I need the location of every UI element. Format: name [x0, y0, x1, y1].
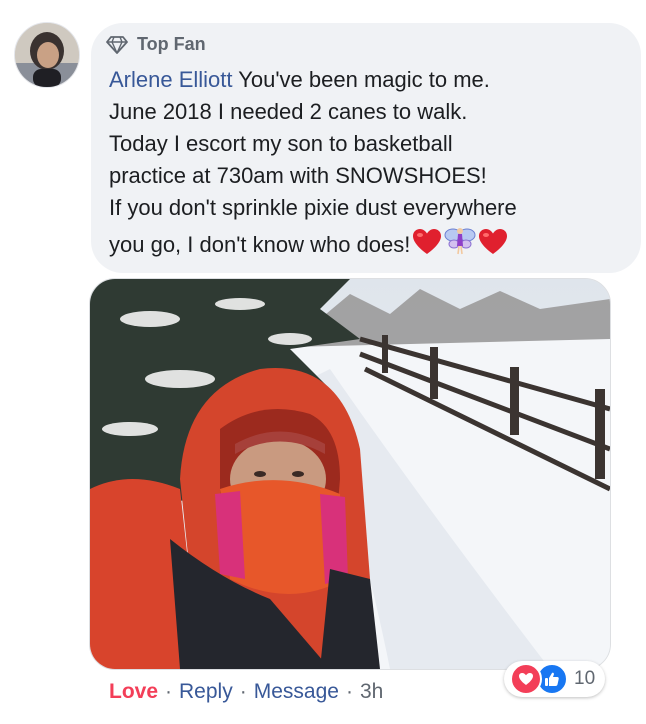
- red-heart-icon: [478, 228, 508, 265]
- comment-line: If you don't sprinkle pixie dust everywh…: [109, 195, 517, 220]
- avatar-image: [15, 23, 79, 87]
- fairy-icon: [444, 224, 476, 265]
- comment-line: practice at 730am with SNOWSHOES!: [109, 163, 487, 188]
- comment-actions: Love · Reply · Message · 3h: [109, 680, 383, 704]
- love-link[interactable]: Love: [109, 680, 158, 704]
- separator-dot: ·: [345, 680, 353, 703]
- love-reaction-icon: [510, 663, 542, 695]
- snowy-selfie-image: [90, 279, 610, 669]
- reaction-count: 10: [574, 668, 596, 689]
- commenter-avatar[interactable]: [14, 22, 80, 88]
- reaction-summary[interactable]: 10: [504, 661, 606, 697]
- comment-line: You've been magic to me.: [238, 67, 490, 92]
- comment-line: Today I escort my son to basketball: [109, 131, 453, 156]
- comment-line: you go, I don't know who does!: [109, 232, 411, 257]
- red-heart-icon: [412, 228, 442, 265]
- comment-line: June 2018 I needed 2 canes to walk.: [109, 99, 468, 124]
- comment-photo[interactable]: [89, 278, 611, 670]
- comment-timestamp[interactable]: 3h: [360, 680, 383, 704]
- separator-dot: ·: [239, 680, 247, 703]
- comment-text: Arlene Elliott You've been magic to me. …: [109, 64, 629, 265]
- diamond-icon: [106, 35, 128, 54]
- message-link[interactable]: Message: [254, 680, 339, 704]
- reply-link[interactable]: Reply: [179, 680, 233, 704]
- comment-author-link[interactable]: Arlene Elliott: [109, 67, 233, 92]
- top-fan-badge[interactable]: Top Fan: [106, 34, 206, 55]
- badge-label: Top Fan: [137, 34, 206, 54]
- separator-dot: ·: [165, 680, 173, 703]
